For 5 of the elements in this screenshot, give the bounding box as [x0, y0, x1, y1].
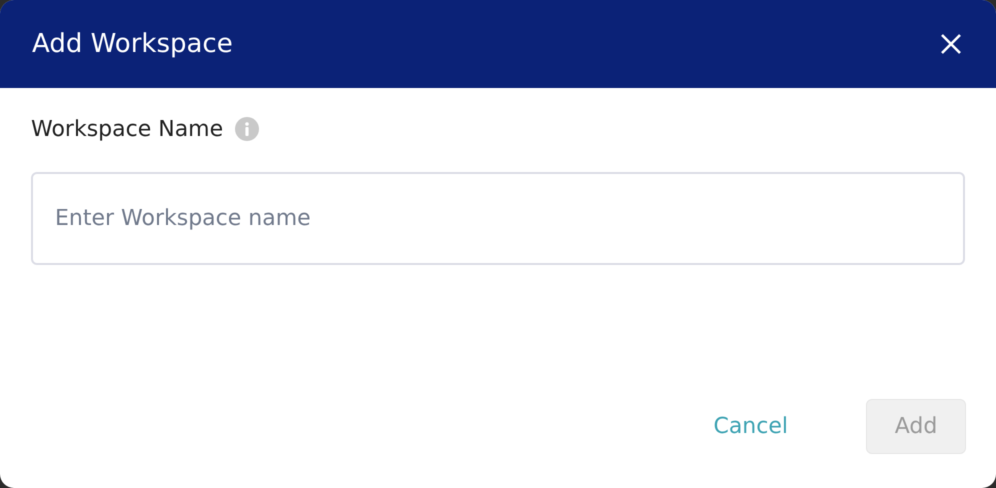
dialog-title: Add Workspace — [32, 29, 233, 59]
workspace-name-field[interactable]: Enter Workspace name — [31, 172, 965, 265]
field-label: Workspace Name — [31, 116, 224, 142]
cancel-button[interactable]: Cancel — [713, 414, 788, 439]
close-icon — [940, 33, 962, 55]
